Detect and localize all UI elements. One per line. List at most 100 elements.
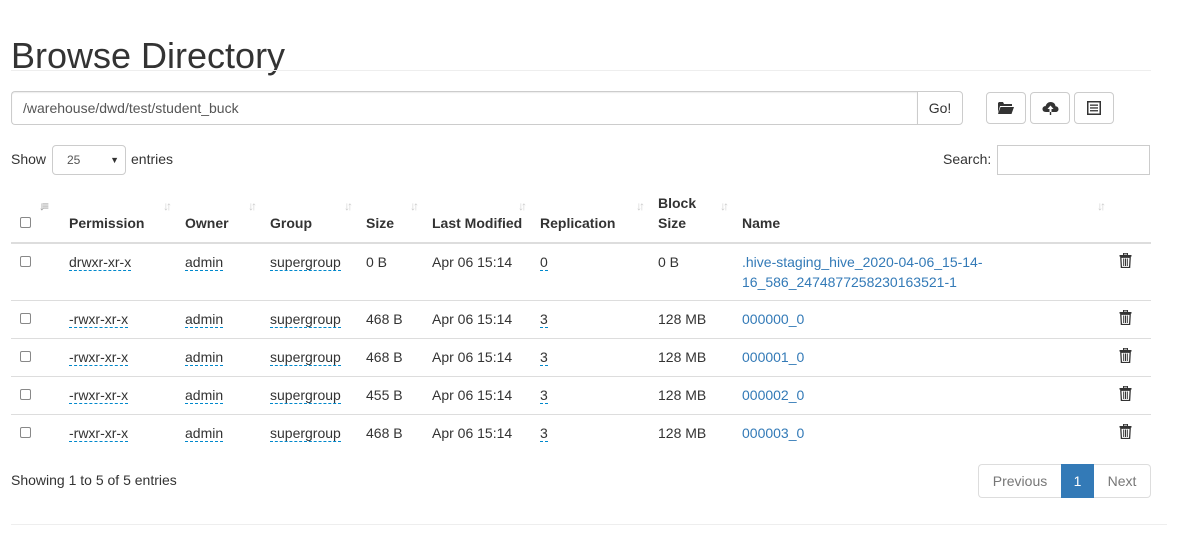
list-icon xyxy=(1087,101,1101,115)
row-select-cell[interactable] xyxy=(11,243,61,301)
row-checkbox[interactable] xyxy=(20,313,31,324)
owner-value[interactable]: admin xyxy=(185,387,224,404)
replication-value[interactable]: 3 xyxy=(540,387,548,404)
header-group[interactable]: Group ↓↑ xyxy=(262,184,358,244)
header-group-label: Group xyxy=(270,215,312,231)
path-bar: /warehouse/dwd/test/student_buck Go! xyxy=(11,91,963,125)
replication-value[interactable]: 3 xyxy=(540,425,548,442)
owner-value[interactable]: admin xyxy=(185,311,224,328)
permission-value[interactable]: -rwxr-xr-x xyxy=(69,311,129,328)
replication-value[interactable]: 3 xyxy=(540,311,548,328)
row-checkbox[interactable] xyxy=(20,427,31,438)
permission-value[interactable]: -rwxr-xr-x xyxy=(69,425,129,442)
file-name-link[interactable]: 000000_0 xyxy=(742,311,804,327)
directory-path-input[interactable]: /warehouse/dwd/test/student_buck xyxy=(11,91,917,125)
file-table: ↓≡ Permission ↓↑ Owner ↓↑ Group ↓↑ Size ↓↑ L… xyxy=(11,184,1151,452)
last-modified-cell: Apr 06 15:14 xyxy=(424,414,532,452)
table-row: drwxr-xr-x admin supergroup 0 B Apr 06 15:14… xyxy=(11,243,1151,301)
page-length-value: 25 xyxy=(67,153,81,167)
page-length-select[interactable]: 25 ▼ xyxy=(52,145,126,175)
permission-value[interactable]: -rwxr-xr-x xyxy=(69,349,129,366)
entries-label: entries xyxy=(131,151,174,167)
select-all-header[interactable]: ↓≡ xyxy=(11,184,61,244)
file-name-link[interactable]: 000001_0 xyxy=(742,349,804,365)
group-value[interactable]: supergroup xyxy=(270,254,341,271)
group-cell: supergroup xyxy=(262,243,358,301)
header-last-modified[interactable]: Last Modified ↓↑ xyxy=(424,184,532,244)
header-block-size-label: Block Size xyxy=(658,195,697,231)
block-size-cell: 128 MB xyxy=(650,338,734,377)
permission-cell: -rwxr-xr-x xyxy=(61,300,177,339)
table-row: -rwxr-xr-x admin supergroup 468 B Apr 06 15:… xyxy=(11,414,1151,452)
file-name-link[interactable]: 000003_0 xyxy=(742,425,804,441)
row-select-cell[interactable] xyxy=(11,414,61,452)
header-owner-label: Owner xyxy=(185,215,229,231)
header-name[interactable]: Name ↓↑ xyxy=(734,184,1111,244)
caret-down-icon: ▼ xyxy=(110,155,119,165)
owner-value[interactable]: admin xyxy=(185,425,224,442)
header-size[interactable]: Size ↓↑ xyxy=(358,184,424,244)
header-divider xyxy=(11,70,1151,71)
trash-icon[interactable] xyxy=(1119,347,1132,368)
row-select-cell[interactable] xyxy=(11,338,61,377)
upload-button[interactable] xyxy=(1030,92,1070,124)
next-page-button[interactable]: Next xyxy=(1094,464,1151,498)
block-size-cell: 128 MB xyxy=(650,300,734,339)
cut-paste-button[interactable] xyxy=(1074,92,1114,124)
header-name-label: Name xyxy=(742,215,781,231)
actions-cell xyxy=(1111,414,1151,452)
sort-icon: ↓↑ xyxy=(344,199,353,213)
group-value[interactable]: supergroup xyxy=(270,349,341,366)
group-cell: supergroup xyxy=(262,300,358,339)
row-select-cell[interactable] xyxy=(11,300,61,339)
table-row: -rwxr-xr-x admin supergroup 455 B Apr 06 15:… xyxy=(11,376,1151,415)
name-cell: 000001_0 xyxy=(734,338,1111,377)
search-input[interactable] xyxy=(997,145,1150,175)
file-name-link[interactable]: 000002_0 xyxy=(742,387,804,403)
replication-cell: 3 xyxy=(532,414,650,452)
row-checkbox[interactable] xyxy=(20,351,31,362)
owner-value[interactable]: admin xyxy=(185,349,224,366)
create-directory-button[interactable] xyxy=(986,92,1026,124)
row-checkbox[interactable] xyxy=(20,389,31,400)
header-permission[interactable]: Permission ↓↑ xyxy=(61,184,177,244)
replication-cell: 3 xyxy=(532,300,650,339)
sort-icon: ↓↑ xyxy=(163,199,172,213)
go-button[interactable]: Go! xyxy=(917,91,963,125)
select-all-checkbox[interactable] xyxy=(20,217,31,228)
group-value[interactable]: supergroup xyxy=(270,425,341,442)
header-block-size[interactable]: Block Size ↓↑ xyxy=(650,184,734,244)
replication-value[interactable]: 0 xyxy=(540,254,548,271)
page-1-button[interactable]: 1 xyxy=(1061,464,1094,498)
permission-value[interactable]: -rwxr-xr-x xyxy=(69,387,129,404)
owner-cell: admin xyxy=(177,300,262,339)
row-select-cell[interactable] xyxy=(11,376,61,415)
trash-icon[interactable] xyxy=(1119,252,1132,273)
last-modified-cell: Apr 06 15:14 xyxy=(432,254,513,270)
sort-icon: ↓↑ xyxy=(518,199,527,213)
header-actions xyxy=(1111,184,1151,244)
header-owner[interactable]: Owner ↓↑ xyxy=(177,184,262,244)
footer-divider xyxy=(11,524,1167,525)
trash-icon[interactable] xyxy=(1119,385,1132,406)
sort-icon: ↓↑ xyxy=(720,199,729,213)
block-size-cell: 128 MB xyxy=(650,414,734,452)
header-permission-label: Permission xyxy=(69,215,145,231)
trash-icon[interactable] xyxy=(1119,309,1132,330)
trash-icon[interactable] xyxy=(1119,423,1132,444)
size-cell: 468 B xyxy=(358,338,424,377)
sort-icon: ↓↑ xyxy=(410,199,419,213)
search-label: Search: xyxy=(943,151,992,167)
owner-cell: admin xyxy=(177,243,262,301)
permission-value[interactable]: drwxr-xr-x xyxy=(69,254,132,271)
previous-page-button[interactable]: Previous xyxy=(978,464,1061,498)
actions-cell xyxy=(1111,243,1151,301)
group-value[interactable]: supergroup xyxy=(270,387,341,404)
owner-value[interactable]: admin xyxy=(185,254,224,271)
group-value[interactable]: supergroup xyxy=(270,311,341,328)
row-checkbox[interactable] xyxy=(20,256,31,267)
name-cell: 000000_0 xyxy=(734,300,1111,339)
header-replication[interactable]: Replication ↓↑ xyxy=(532,184,650,244)
replication-value[interactable]: 3 xyxy=(540,349,548,366)
file-name-link[interactable]: .hive-staging_hive_2020-04-06_15-14-16_5… xyxy=(742,254,983,290)
